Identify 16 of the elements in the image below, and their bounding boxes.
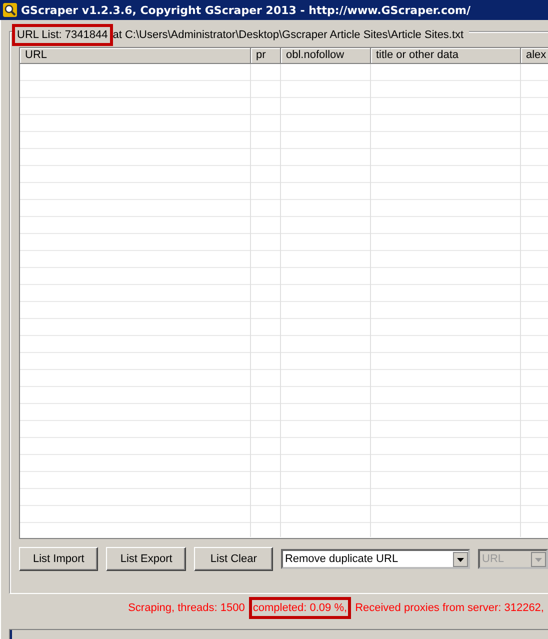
column-header[interactable]: title or other data: [371, 48, 521, 64]
url-count-label: URL List: 7341844: [12, 24, 113, 46]
list-button[interactable]: List Export: [106, 547, 186, 571]
dropdown[interactable]: Remove duplicate URL: [280, 549, 470, 569]
status-text: completed: 0.09 %,: [248, 597, 352, 619]
file-path-label: at C:\Users\Administrator\Desktop\Gscraper Article Sites\Article Sites.txt: [112, 28, 465, 43]
status-text: Scraping, threads: 1500: [127, 601, 246, 616]
window-title: GScraper v1.2.3.6, Copyright GScraper 2013 - http://www.GScraper.com/: [21, 4, 471, 16]
status-text: Received proxies from server: 312262,: [354, 601, 545, 616]
column-header[interactable]: pr: [251, 48, 281, 64]
list-button[interactable]: List Import: [19, 547, 98, 571]
column-header[interactable]: alex: [521, 48, 548, 64]
column-header[interactable]: obl.nofollow: [281, 48, 371, 64]
column-header[interactable]: URL: [20, 48, 251, 64]
list-button[interactable]: List Clear: [194, 547, 273, 571]
magnifier-icon: [3, 3, 17, 17]
